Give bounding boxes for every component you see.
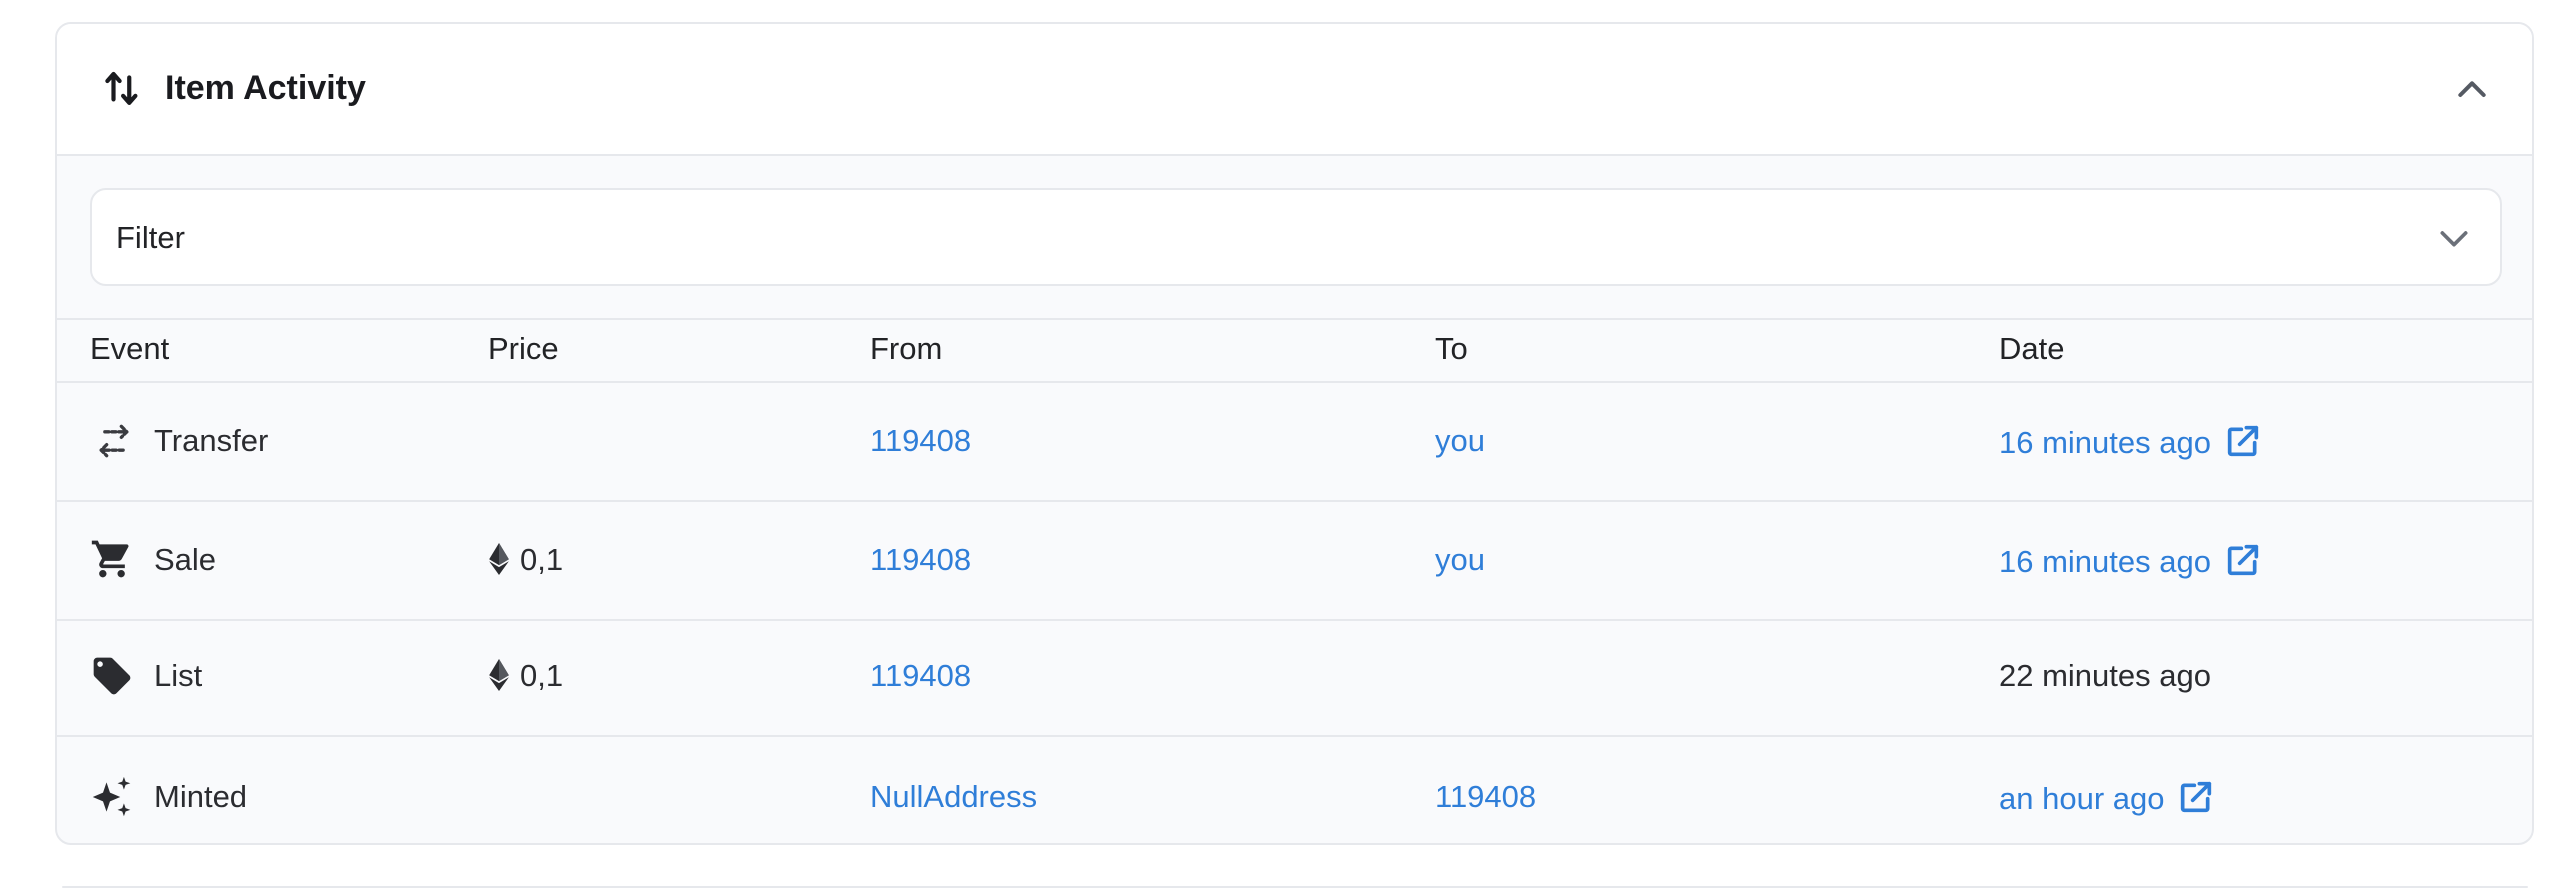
from-link[interactable]: 119408	[870, 542, 971, 578]
date-text: 16 minutes ago	[1999, 425, 2211, 460]
date-text: an hour ago	[1999, 781, 2165, 816]
to-link[interactable]: 119408	[1435, 779, 1536, 815]
event-label: List	[154, 658, 203, 693]
cart-icon	[91, 540, 129, 578]
external-link-icon[interactable]	[2223, 421, 2263, 461]
from-link[interactable]: 119408	[870, 658, 971, 694]
column-header-date: Date	[1999, 331, 2065, 366]
event-label: Minted	[154, 779, 248, 814]
date-link[interactable]: an hour ago	[1999, 777, 2216, 817]
table-row: Sale 0,1 119408 you 16 minutes ago	[57, 502, 2532, 619]
table-top-divider	[57, 318, 2532, 320]
chevron-down-icon	[2440, 231, 2468, 247]
ethereum-icon	[489, 659, 509, 691]
sparkles-icon	[92, 776, 131, 817]
transfer-icon	[99, 424, 129, 458]
column-header-price: Price	[488, 331, 559, 366]
panel-title: Item Activity	[165, 69, 366, 107]
price: 0,1	[488, 542, 563, 578]
filter-dropdown[interactable]: Filter	[90, 188, 2502, 286]
filter-label: Filter	[116, 220, 185, 255]
table-row: List 0,1 119408 22 minutes ago	[57, 621, 2532, 735]
external-link-icon[interactable]	[2176, 777, 2216, 817]
date-link[interactable]: 16 minutes ago	[1999, 421, 2263, 461]
event-label: Transfer	[154, 423, 269, 458]
price: 0,1	[488, 658, 563, 694]
chevron-up-icon[interactable]	[2452, 70, 2492, 110]
to-link[interactable]: you	[1435, 423, 1485, 459]
date-text: 22 minutes ago	[1999, 658, 2211, 693]
table-row: Transfer 119408 you 16 minutes ago	[57, 383, 2532, 500]
column-header-event: Event	[90, 331, 170, 366]
next-panel-edge	[62, 886, 2528, 888]
swap-vertical-icon	[105, 71, 138, 105]
event-label: Sale	[154, 542, 217, 577]
panel-header[interactable]: Item Activity	[57, 24, 2532, 156]
price-value: 0,1	[520, 542, 564, 577]
external-link-icon[interactable]	[2223, 540, 2263, 580]
tag-icon	[93, 657, 131, 695]
from-link[interactable]: NullAddress	[870, 779, 1037, 815]
date-link[interactable]: 16 minutes ago	[1999, 540, 2263, 580]
to-link[interactable]: you	[1435, 542, 1485, 578]
column-header-to: To	[1435, 331, 1468, 366]
date-text: 16 minutes ago	[1999, 544, 2211, 579]
table-row: Minted NullAddress 119408 an hour ago	[57, 737, 2532, 843]
ethereum-icon	[489, 543, 509, 575]
column-header-from: From	[870, 331, 943, 366]
from-link[interactable]: 119408	[870, 423, 971, 459]
item-activity-panel: Item Activity Filter Event Price From To…	[55, 22, 2534, 845]
price-value: 0,1	[520, 658, 564, 693]
